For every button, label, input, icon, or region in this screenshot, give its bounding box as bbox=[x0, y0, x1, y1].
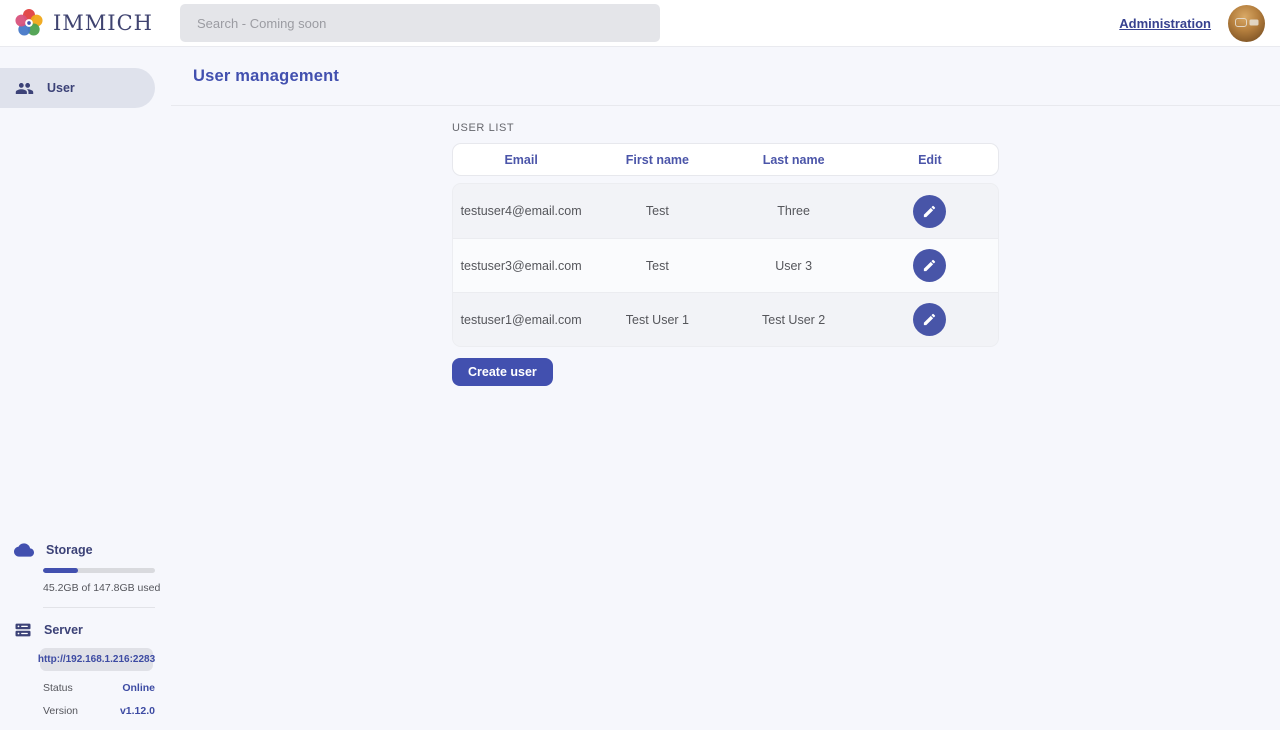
cell-last-name: Test User 2 bbox=[726, 313, 862, 327]
cell-email: testuser4@email.com bbox=[453, 204, 589, 218]
table-row: testuser4@email.com Test Three bbox=[453, 184, 998, 238]
content-area: User Storage 45.2GB of 147.8GB used bbox=[0, 47, 1280, 730]
cell-first-name: Test bbox=[589, 204, 725, 218]
storage-progress-bar bbox=[43, 568, 155, 573]
storage-title: Storage bbox=[46, 543, 93, 557]
storage-usage-text: 45.2GB of 147.8GB used bbox=[43, 582, 155, 594]
version-value: v1.12.0 bbox=[120, 705, 155, 717]
header-first-name: First name bbox=[589, 153, 725, 167]
pencil-icon bbox=[922, 312, 937, 327]
pencil-icon bbox=[922, 258, 937, 273]
storage-progress-fill bbox=[43, 568, 78, 573]
cell-last-name: Three bbox=[726, 204, 862, 218]
storage-details: 45.2GB of 147.8GB used bbox=[43, 568, 155, 594]
user-list-section: USER LIST Email First name Last name Edi… bbox=[452, 122, 999, 386]
edit-user-button[interactable] bbox=[913, 249, 946, 282]
immich-logo: IMMICH bbox=[0, 7, 153, 39]
sidebar: User Storage 45.2GB of 147.8GB used bbox=[0, 47, 171, 730]
sidebar-item-user[interactable]: User bbox=[0, 68, 155, 108]
main-panel: User management USER LIST Email First na… bbox=[171, 47, 1280, 730]
cell-email: testuser3@email.com bbox=[453, 259, 589, 273]
administration-link[interactable]: Administration bbox=[1119, 16, 1211, 31]
cell-first-name: Test bbox=[589, 259, 725, 273]
logo-wordmark: IMMICH bbox=[53, 11, 153, 35]
table-row: testuser3@email.com Test User 3 bbox=[453, 238, 998, 292]
sidebar-divider bbox=[43, 607, 155, 608]
header-edit: Edit bbox=[862, 153, 998, 167]
topbar-right: Administration bbox=[1119, 0, 1265, 47]
create-user-button[interactable]: Create user bbox=[452, 358, 553, 386]
server-section-header: Server bbox=[14, 621, 171, 639]
edit-user-button[interactable] bbox=[913, 303, 946, 336]
top-bar: IMMICH Administration bbox=[0, 0, 1280, 47]
search-input[interactable] bbox=[180, 4, 660, 42]
version-label: Version bbox=[43, 705, 78, 717]
cloud-icon bbox=[14, 540, 34, 560]
server-icon bbox=[14, 621, 32, 639]
users-icon bbox=[15, 79, 34, 98]
sidebar-item-user-label: User bbox=[47, 81, 75, 95]
page-title: User management bbox=[193, 67, 339, 86]
edit-user-button[interactable] bbox=[913, 195, 946, 228]
table-row: testuser1@email.com Test User 1 Test Use… bbox=[453, 292, 998, 346]
header-last-name: Last name bbox=[726, 153, 862, 167]
user-table-body: testuser4@email.com Test Three t bbox=[452, 183, 999, 347]
server-title: Server bbox=[44, 623, 83, 637]
cell-email: testuser1@email.com bbox=[453, 313, 589, 327]
user-list-label: USER LIST bbox=[452, 122, 999, 134]
user-avatar[interactable] bbox=[1228, 5, 1265, 42]
server-status-row: Status Online bbox=[43, 682, 155, 694]
immich-flower-icon bbox=[13, 7, 45, 39]
status-label: Status bbox=[43, 682, 73, 694]
cell-first-name: Test User 1 bbox=[589, 313, 725, 327]
status-value: Online bbox=[122, 682, 155, 694]
sidebar-footer: Storage 45.2GB of 147.8GB used bbox=[0, 540, 171, 730]
storage-section-header: Storage bbox=[14, 540, 171, 560]
server-version-row: Version v1.12.0 bbox=[43, 705, 155, 717]
user-table-header: Email First name Last name Edit bbox=[452, 143, 999, 176]
server-url-chip: http://192.168.1.216:2283 bbox=[40, 648, 153, 671]
page-title-bar: User management bbox=[171, 47, 1280, 106]
immich-app: IMMICH Administration User bbox=[0, 0, 1280, 730]
header-email: Email bbox=[453, 153, 589, 167]
pencil-icon bbox=[922, 204, 937, 219]
cell-last-name: User 3 bbox=[726, 259, 862, 273]
